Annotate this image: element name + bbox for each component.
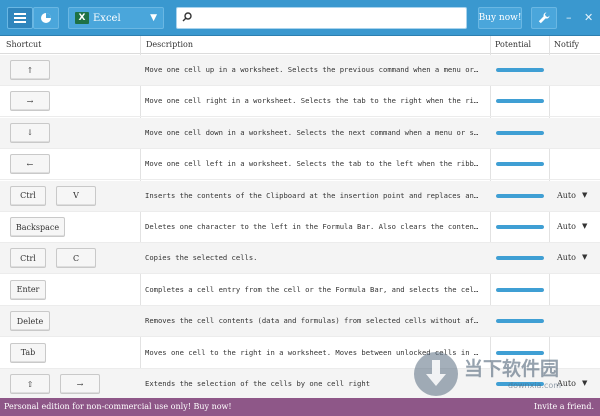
table-row[interactable]: → Move one cell right in a worksheet. Sel… [0,86,600,118]
key-cap: C [56,248,96,269]
potential-bar-fill [496,99,544,104]
notify-select[interactable]: Auto [557,253,576,262]
potential-bar-fill [496,225,544,229]
app-name: Excel [93,12,121,24]
potential-bar-fill [496,319,544,324]
table-row[interactable]: Ctrl V Inserts the contents of the Clipboa… [0,180,600,212]
shortcut-description: Move one cell left in a worksheet. Selec… [145,159,481,169]
search-input[interactable] [195,10,463,26]
table-header: Shortcut Description Potential Notify [0,36,600,54]
potential-bar-fill [496,68,544,72]
table-row[interactable]: Delete Removes the cell contents (data an… [0,306,600,338]
potential-bar-fill [496,256,544,261]
stats-button[interactable] [33,7,59,29]
shortcut-description: Copies the selected cells. [145,253,258,263]
potential-bar-fill [496,287,544,292]
shortcut-description: Completes a cell entry from the cell or … [145,284,481,294]
shortcut-description: Move one cell down in a worksheet. Selec… [145,127,481,137]
potential-bar-fill [496,193,544,198]
column-notify[interactable]: Notify [554,40,579,49]
key-cap: Delete [10,311,50,332]
table-row[interactable]: ← Move one cell left in a worksheet. Sele… [0,149,600,181]
download-logo-icon [414,352,458,396]
potential-bar [496,162,544,167]
key-cap: ↑ [10,60,50,80]
chevron-down-icon[interactable]: ▼ [582,253,587,261]
potential-bar [496,287,544,292]
table-row[interactable]: Backspace Deletes one character to the le… [0,212,600,243]
buy-now-button[interactable]: Buy now! [478,7,522,29]
close-icon[interactable]: ✕ [584,12,593,23]
hamburger-icon [14,13,26,23]
column-description[interactable]: Description [146,40,193,49]
invite-link[interactable]: Invite a friend. [534,402,594,411]
chevron-down-icon: ▼ [150,13,157,23]
potential-bar-fill [496,130,544,135]
potential-bar [496,193,544,198]
shortcut-description: Move one cell up in a worksheet. Selects… [145,65,481,74]
app-selector[interactable]: X Excel ▼ [68,7,164,29]
table-row[interactable]: Ctrl C Copies the selected cells. Auto ▼ [0,243,600,275]
key-cap: Backspace [10,217,65,237]
shortcut-list: ↑ Move one cell up in a worksheet. Select… [0,55,600,398]
table-row[interactable]: ↑ Move one cell up in a worksheet. Select… [0,55,600,86]
key-cap: Ctrl [10,248,46,269]
status-bar: Personal edition for non-commercial use … [0,398,600,416]
potential-bar [496,225,544,229]
license-notice[interactable]: Personal edition for non-commercial use … [4,402,232,411]
potential-bar [496,68,544,72]
watermark-title: 当下软件园 [464,358,560,380]
shortcut-description: Deletes one character to the left in the… [145,222,481,231]
minimize-icon[interactable]: – [566,12,572,23]
search-box[interactable] [176,7,467,29]
key-cap: Ctrl [10,185,46,206]
potential-bar [496,99,544,104]
table-row[interactable]: Enter Completes a cell entry from the cel… [0,275,600,306]
shortcut-description: Move one cell right in a worksheet. Sele… [145,96,481,106]
key-cap: ← [10,154,50,175]
menu-button[interactable] [7,7,33,29]
potential-bar [496,256,544,261]
key-cap: → [10,91,50,112]
watermark-url: downxia.com [508,381,562,390]
table-row[interactable]: ↓ Move one cell down in a worksheet. Sele… [0,117,600,149]
chevron-down-icon[interactable]: ▼ [582,222,587,230]
toolbar: X Excel ▼ Buy now! – ✕ [0,0,600,36]
key-cap: Tab [10,342,46,363]
column-shortcut[interactable]: Shortcut [6,40,41,49]
shortcut-description: Removes the cell contents (data and form… [145,316,481,326]
watermark: 当下软件园 downxia.com [414,352,600,398]
potential-bar [496,319,544,324]
search-icon [182,12,192,22]
key-cap: V [56,185,96,206]
key-cap: → [60,374,100,394]
potential-bar-fill [496,162,544,167]
pie-chart-icon [41,13,51,23]
key-cap: Enter [10,279,46,300]
settings-button[interactable] [531,7,557,29]
potential-bar [496,130,544,135]
notify-select[interactable]: Auto [557,222,576,231]
key-cap: ⇧ [10,374,50,394]
notify-select[interactable]: Auto [557,191,576,200]
excel-icon: X [75,12,89,24]
column-potential[interactable]: Potential [495,40,531,49]
shortcut-description: Inserts the contents of the Clipboard at… [145,190,481,200]
key-cap: ↓ [10,122,50,143]
chevron-down-icon[interactable]: ▼ [582,191,587,199]
wrench-icon [538,12,550,24]
